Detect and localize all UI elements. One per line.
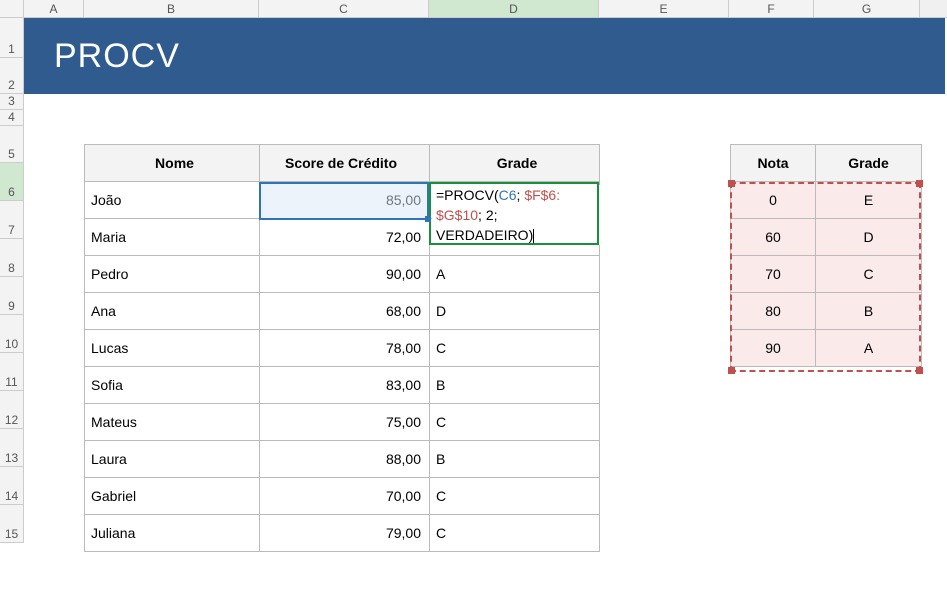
cell-C10[interactable]: 78,00 <box>260 330 430 367</box>
cell-C14[interactable]: 70,00 <box>260 478 430 515</box>
row-header-11[interactable]: 11 <box>0 353 24 391</box>
header-lookup-grade[interactable]: Grade <box>816 145 922 182</box>
cell-F9[interactable]: 80 <box>731 293 816 330</box>
cell-F10[interactable]: 90 <box>731 330 816 367</box>
table-row: Ana 68,00 D <box>85 293 600 330</box>
row-header-13[interactable]: 13 <box>0 429 24 467</box>
cell-B8[interactable]: Pedro <box>85 256 260 293</box>
cell-F7[interactable]: 60 <box>731 219 816 256</box>
cell-G10[interactable]: A <box>816 330 922 367</box>
formula-text: : <box>556 187 560 203</box>
table-row: Sofia 83,00 B <box>85 367 600 404</box>
formula-text: =PROCV( <box>436 187 499 203</box>
cell-G7[interactable]: D <box>816 219 922 256</box>
cell-F8[interactable]: 70 <box>731 256 816 293</box>
table-row: Mateus 75,00 C <box>85 404 600 441</box>
col-header-C[interactable]: C <box>259 0 429 17</box>
cell-D15[interactable]: C <box>430 515 600 552</box>
text-cursor-icon <box>533 229 534 243</box>
col-header-F[interactable]: F <box>729 0 814 17</box>
row-header-4[interactable]: 4 <box>0 110 24 126</box>
cell-C15[interactable]: 79,00 <box>260 515 430 552</box>
title-banner: PROCV <box>24 18 945 94</box>
row-header-10[interactable]: 10 <box>0 315 24 353</box>
banner-title: PROCV <box>54 37 180 76</box>
cell-B7[interactable]: Maria <box>85 219 260 256</box>
row-header-8[interactable]: 8 <box>0 239 24 277</box>
table-row: Laura 88,00 B <box>85 441 600 478</box>
row-header-5[interactable]: 5 <box>0 126 24 163</box>
cell-C11[interactable]: 83,00 <box>260 367 430 404</box>
row-header-6[interactable]: 6 <box>0 163 24 201</box>
cell-C8[interactable]: 90,00 <box>260 256 430 293</box>
cell-B9[interactable]: Ana <box>85 293 260 330</box>
cell-C6[interactable]: 85,00 <box>260 182 430 219</box>
row-header-7[interactable]: 7 <box>0 201 24 239</box>
formula-ref-C6: C6 <box>499 187 517 203</box>
row-header-15[interactable]: 15 <box>0 505 24 543</box>
row-header-9[interactable]: 9 <box>0 277 24 315</box>
table-row: Pedro 90,00 A <box>85 256 600 293</box>
cell-B12[interactable]: Mateus <box>85 404 260 441</box>
table-row: Gabriel 70,00 C <box>85 478 600 515</box>
cell-D8[interactable]: A <box>430 256 600 293</box>
formula-text: ; 2; <box>478 207 497 223</box>
table-row: Lucas 78,00 C <box>85 330 600 367</box>
table-row: 0 E <box>731 182 922 219</box>
cell-D12[interactable]: C <box>430 404 600 441</box>
formula-ref-range-end: $G$10 <box>436 207 478 223</box>
cell-G8[interactable]: C <box>816 256 922 293</box>
cell-D14[interactable]: C <box>430 478 600 515</box>
row-header-2[interactable]: 2 <box>0 58 24 94</box>
table-row: 90 A <box>731 330 922 367</box>
cell-F6[interactable]: 0 <box>731 182 816 219</box>
row-header-3[interactable]: 3 <box>0 94 24 110</box>
table-row: 80 B <box>731 293 922 330</box>
header-score[interactable]: Score de Crédito <box>260 145 430 182</box>
formula-editing-overlay[interactable]: =PROCV(C6; $F$6: $G$10; 2; VERDADEIRO) <box>432 185 600 245</box>
formula-ref-range-start: $F$6 <box>524 187 556 203</box>
row-header-1[interactable]: 1 <box>0 18 24 58</box>
lookup-table: Nota Grade 0 E 60 D 70 C 80 B 90 A <box>730 144 922 367</box>
cell-G6[interactable]: E <box>816 182 922 219</box>
header-nota[interactable]: Nota <box>731 145 816 182</box>
col-header-D[interactable]: D <box>429 0 599 17</box>
cell-B13[interactable]: Laura <box>85 441 260 478</box>
cell-B11[interactable]: Sofia <box>85 367 260 404</box>
column-headers: A B C D E F G <box>0 0 947 18</box>
cell-C7[interactable]: 72,00 <box>260 219 430 256</box>
cell-B14[interactable]: Gabriel <box>85 478 260 515</box>
table-row: Juliana 79,00 C <box>85 515 600 552</box>
col-header-E[interactable]: E <box>599 0 729 17</box>
cell-C9[interactable]: 68,00 <box>260 293 430 330</box>
col-header-B[interactable]: B <box>84 0 259 17</box>
cell-D9[interactable]: D <box>430 293 600 330</box>
header-nome[interactable]: Nome <box>85 145 260 182</box>
table-row: 60 D <box>731 219 922 256</box>
cell-D11[interactable]: B <box>430 367 600 404</box>
formula-text: VERDADEIRO) <box>436 227 533 243</box>
cell-C12[interactable]: 75,00 <box>260 404 430 441</box>
row-header-12[interactable]: 12 <box>0 391 24 429</box>
table-header-row: Nome Score de Crédito Grade <box>85 145 600 182</box>
row-header-14[interactable]: 14 <box>0 467 24 505</box>
select-all-corner[interactable] <box>0 0 24 17</box>
cell-B10[interactable]: Lucas <box>85 330 260 367</box>
table-row: 70 C <box>731 256 922 293</box>
row-headers: 1 2 3 4 5 6 7 8 9 10 11 12 13 14 15 <box>0 18 24 543</box>
header-grade[interactable]: Grade <box>430 145 600 182</box>
cell-D13[interactable]: B <box>430 441 600 478</box>
cell-B6[interactable]: João <box>85 182 260 219</box>
cell-C13[interactable]: 88,00 <box>260 441 430 478</box>
cell-D10[interactable]: C <box>430 330 600 367</box>
cell-B15[interactable]: Juliana <box>85 515 260 552</box>
lookup-header-row: Nota Grade <box>731 145 922 182</box>
col-header-G[interactable]: G <box>814 0 920 17</box>
spreadsheet-workspace: A B C D E F G 1 2 3 4 5 6 7 8 9 10 11 12… <box>0 0 947 603</box>
col-header-A[interactable]: A <box>24 0 84 17</box>
cell-G9[interactable]: B <box>816 293 922 330</box>
